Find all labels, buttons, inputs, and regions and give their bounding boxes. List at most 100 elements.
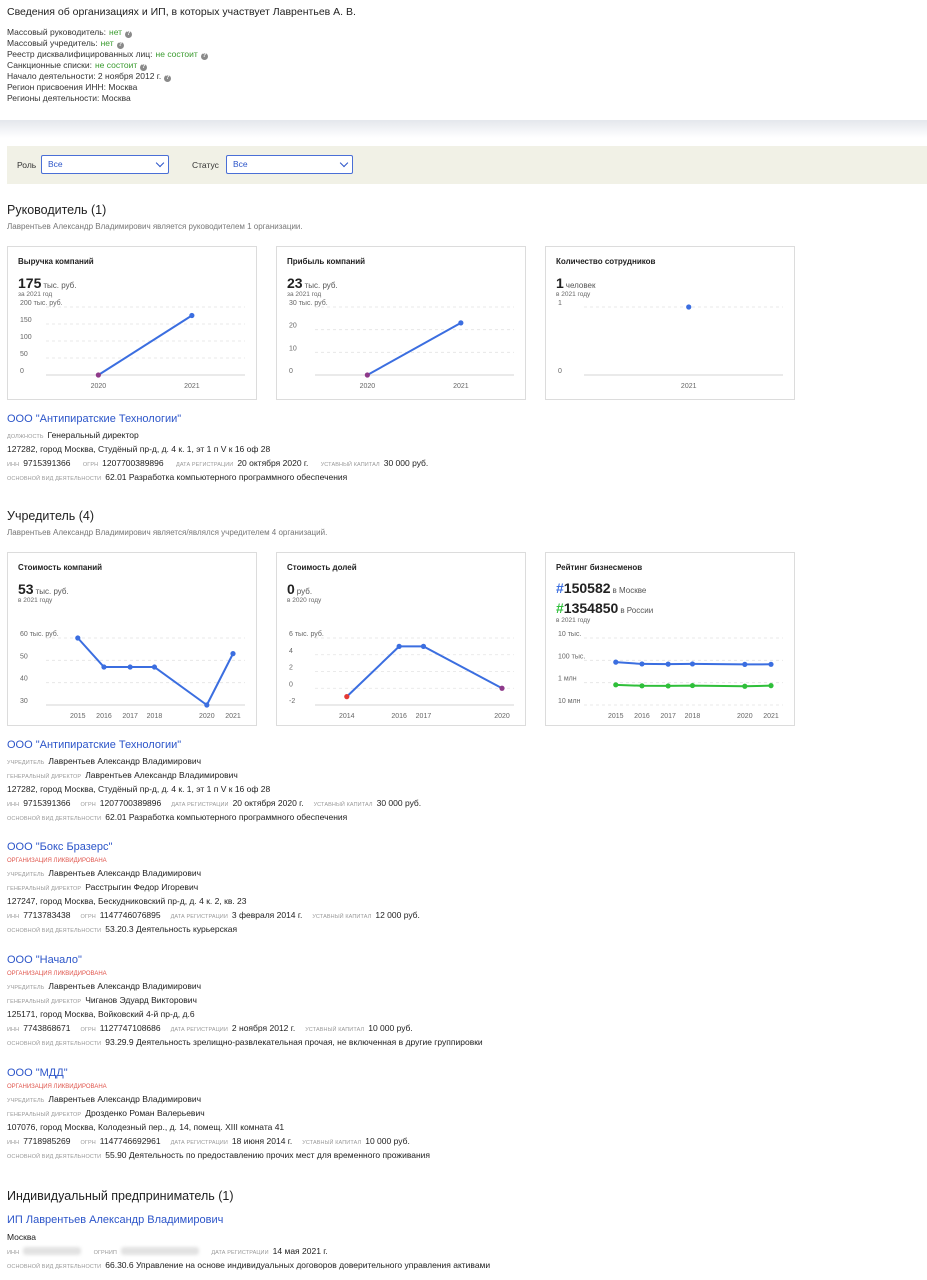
y-tick-label: 60 тыс. руб. xyxy=(20,630,59,638)
org-ids-row: инн 9715391366 огрн 1207700389896 дата регис… xyxy=(7,798,422,808)
liquidated-badge: организация ликвидирована xyxy=(7,858,107,864)
org-address: 127247, город Москва, Бескудниковский пр… xyxy=(7,896,247,906)
y-tick-label: 40 xyxy=(20,676,28,683)
data-point xyxy=(75,635,81,641)
x-tick-label: 2020 xyxy=(737,713,753,720)
series-line xyxy=(77,637,234,706)
data-point xyxy=(189,312,195,319)
y-tick-label: 30 тыс. руб. xyxy=(289,299,328,307)
ip-link[interactable]: ИП Лаврентьев Александр Владимирович xyxy=(7,1214,490,1231)
data-point xyxy=(689,661,696,667)
y-tick-label: 0 xyxy=(289,368,293,375)
org-address: 107076, город Москва, Колодезный пер., д… xyxy=(7,1122,285,1132)
data-point xyxy=(665,661,671,667)
data-point xyxy=(420,643,427,649)
companies-value-chart: 30 40 50 60 тыс. руб. 2015 2016 2017 2018 2020 20… xyxy=(20,630,245,720)
x-tick-label: 2016 xyxy=(634,713,650,720)
org-ids-row: инн 7713783438 огрн 1147746076895 дата регис… xyxy=(7,910,420,920)
org-link[interactable]: ООО "МДД" xyxy=(7,1067,430,1082)
help-icon[interactable]: ? xyxy=(116,42,124,49)
liquidated-badge: организация ликвидирована xyxy=(7,971,107,977)
org-founder-row: учредитель Лаврентьев Александр Владимиро… xyxy=(7,1094,202,1104)
data-point xyxy=(499,685,505,691)
x-tick-label: 2015 xyxy=(70,713,86,720)
x-tick-label: 2016 xyxy=(391,713,407,720)
org-link[interactable]: ООО "Антипиратские Технологии" xyxy=(7,739,421,754)
x-tick-label: 2021 xyxy=(225,713,241,720)
org-ids-row: инн 7743868671 огрн 1127747108686 дата регис… xyxy=(7,1023,413,1033)
org-director-row: генеральный директор Лаврентьев Александр… xyxy=(7,770,238,780)
ip-activity-row: основной вид деятельности 66.30.6 Управле… xyxy=(7,1260,491,1270)
data-point xyxy=(458,320,464,326)
x-tick-label: 2016 xyxy=(96,713,112,720)
y-tick-label: 1 млн xyxy=(558,676,577,683)
director-heading: Руководитель (1) xyxy=(7,203,107,217)
revenue-card: Выручка компаний 175 тыс. руб. за 2021 го… xyxy=(7,246,257,400)
org-activity-row: основной вид деятельности 62.01 Разработк… xyxy=(7,472,348,482)
revenue-chart: 0 50 100 150 200 тыс. руб. 2020 2021 xyxy=(20,299,245,390)
profit-chart: 0 10 20 30 тыс. руб. 2020 2021 xyxy=(289,299,514,390)
y-tick-label: 2 xyxy=(289,665,293,672)
org-ids-row: инн 9715391366 огрн 1207700389896 дата рег… xyxy=(7,458,429,468)
data-point xyxy=(613,682,619,688)
y-tick-label: 20 xyxy=(289,323,297,330)
ogrnip-hidden xyxy=(120,1247,199,1255)
org-link[interactable]: ООО "Начало" xyxy=(7,954,483,969)
x-tick-label: 2017 xyxy=(660,713,676,720)
org-activity-row: основной вид деятельности 55.90 Деятельно… xyxy=(7,1150,431,1160)
org-position-row: должность Генеральный директор xyxy=(7,430,139,440)
data-point xyxy=(665,683,671,689)
status-select-value: Все xyxy=(233,159,248,169)
x-tick-label: 2020 xyxy=(494,713,510,720)
founder-org: ООО "Антипиратские Технологии" учредитель… xyxy=(7,739,421,824)
status-select[interactable]: Все xyxy=(226,155,353,174)
role-select[interactable]: Все xyxy=(41,155,169,174)
org-link[interactable]: ООО "Антипиратские Технологии" xyxy=(7,413,428,429)
y-tick-label: 100 тыс. xyxy=(558,653,585,660)
org-link[interactable]: ООО "Бокс Бразерс" xyxy=(7,841,420,856)
series-line xyxy=(366,321,462,376)
chevron-down-icon xyxy=(339,158,349,168)
header-info: Массовый руководитель: нет? Массовый учред… xyxy=(7,27,208,104)
org-founder-row: учредитель Лаврентьев Александр Владимиро… xyxy=(7,756,202,766)
data-point xyxy=(230,651,236,657)
x-tick-label: 2020 xyxy=(91,383,107,390)
ip-heading: Индивидуальный предприниматель (1) xyxy=(7,1189,234,1203)
employees-card: Количество сотрудников 1 человек в 2021 г… xyxy=(545,246,795,400)
founder-org: ООО "МДД" организация ликвидирована учреди… xyxy=(7,1067,430,1162)
role-select-value: Все xyxy=(48,159,63,169)
ip-entry: ИП Лаврентьев Александр Владимирович Мос… xyxy=(7,1214,490,1272)
data-point xyxy=(364,372,370,378)
header-info-line: Начало деятельности: 2 ноября 2012 г.? xyxy=(7,71,172,82)
help-icon[interactable]: ? xyxy=(125,31,133,38)
inn-hidden xyxy=(23,1247,82,1255)
data-point xyxy=(639,661,645,667)
founder-heading: Учредитель (4) xyxy=(7,509,95,523)
org-address: 127282, город Москва, Студёный пр-д, д. … xyxy=(7,784,271,794)
org-director-row: генеральный директор Дрозденко Роман Вале… xyxy=(7,1108,205,1118)
help-icon[interactable]: ? xyxy=(140,64,148,71)
series-line xyxy=(97,314,193,376)
y-tick-label: 0 xyxy=(558,368,562,375)
y-tick-label: -2 xyxy=(289,698,295,705)
y-tick-label: 4 xyxy=(289,648,293,655)
x-tick-label: 2018 xyxy=(685,713,701,720)
x-tick-label: 2021 xyxy=(681,383,697,390)
founder-org: ООО "Начало" организация ликвидирована учр… xyxy=(7,954,483,1049)
founder-org: ООО "Бокс Бразерс" организация ликвидиров… xyxy=(7,841,420,936)
data-point xyxy=(95,372,101,378)
help-icon[interactable]: ? xyxy=(164,75,172,82)
org-director-row: генеральный директор Расстрыгин Федор Иго… xyxy=(7,882,199,892)
ip-city: Москва xyxy=(7,1232,37,1242)
x-tick-label: 2017 xyxy=(416,713,432,720)
header-info-line: Санкционные списки: не состоит? xyxy=(7,60,148,71)
x-tick-label: 2020 xyxy=(360,383,376,390)
help-icon[interactable]: ? xyxy=(200,53,208,60)
y-tick-label: 100 xyxy=(20,334,32,341)
x-tick-label: 2021 xyxy=(184,383,200,390)
org-address: 127282, город Москва, Студёный пр-д, д. … xyxy=(7,444,271,454)
y-tick-label: 10 xyxy=(289,345,297,352)
data-point xyxy=(742,661,748,667)
header-info-line: Регионы деятельности: Москва xyxy=(7,93,131,103)
employees-chart: 0 1 2021 xyxy=(558,300,783,390)
